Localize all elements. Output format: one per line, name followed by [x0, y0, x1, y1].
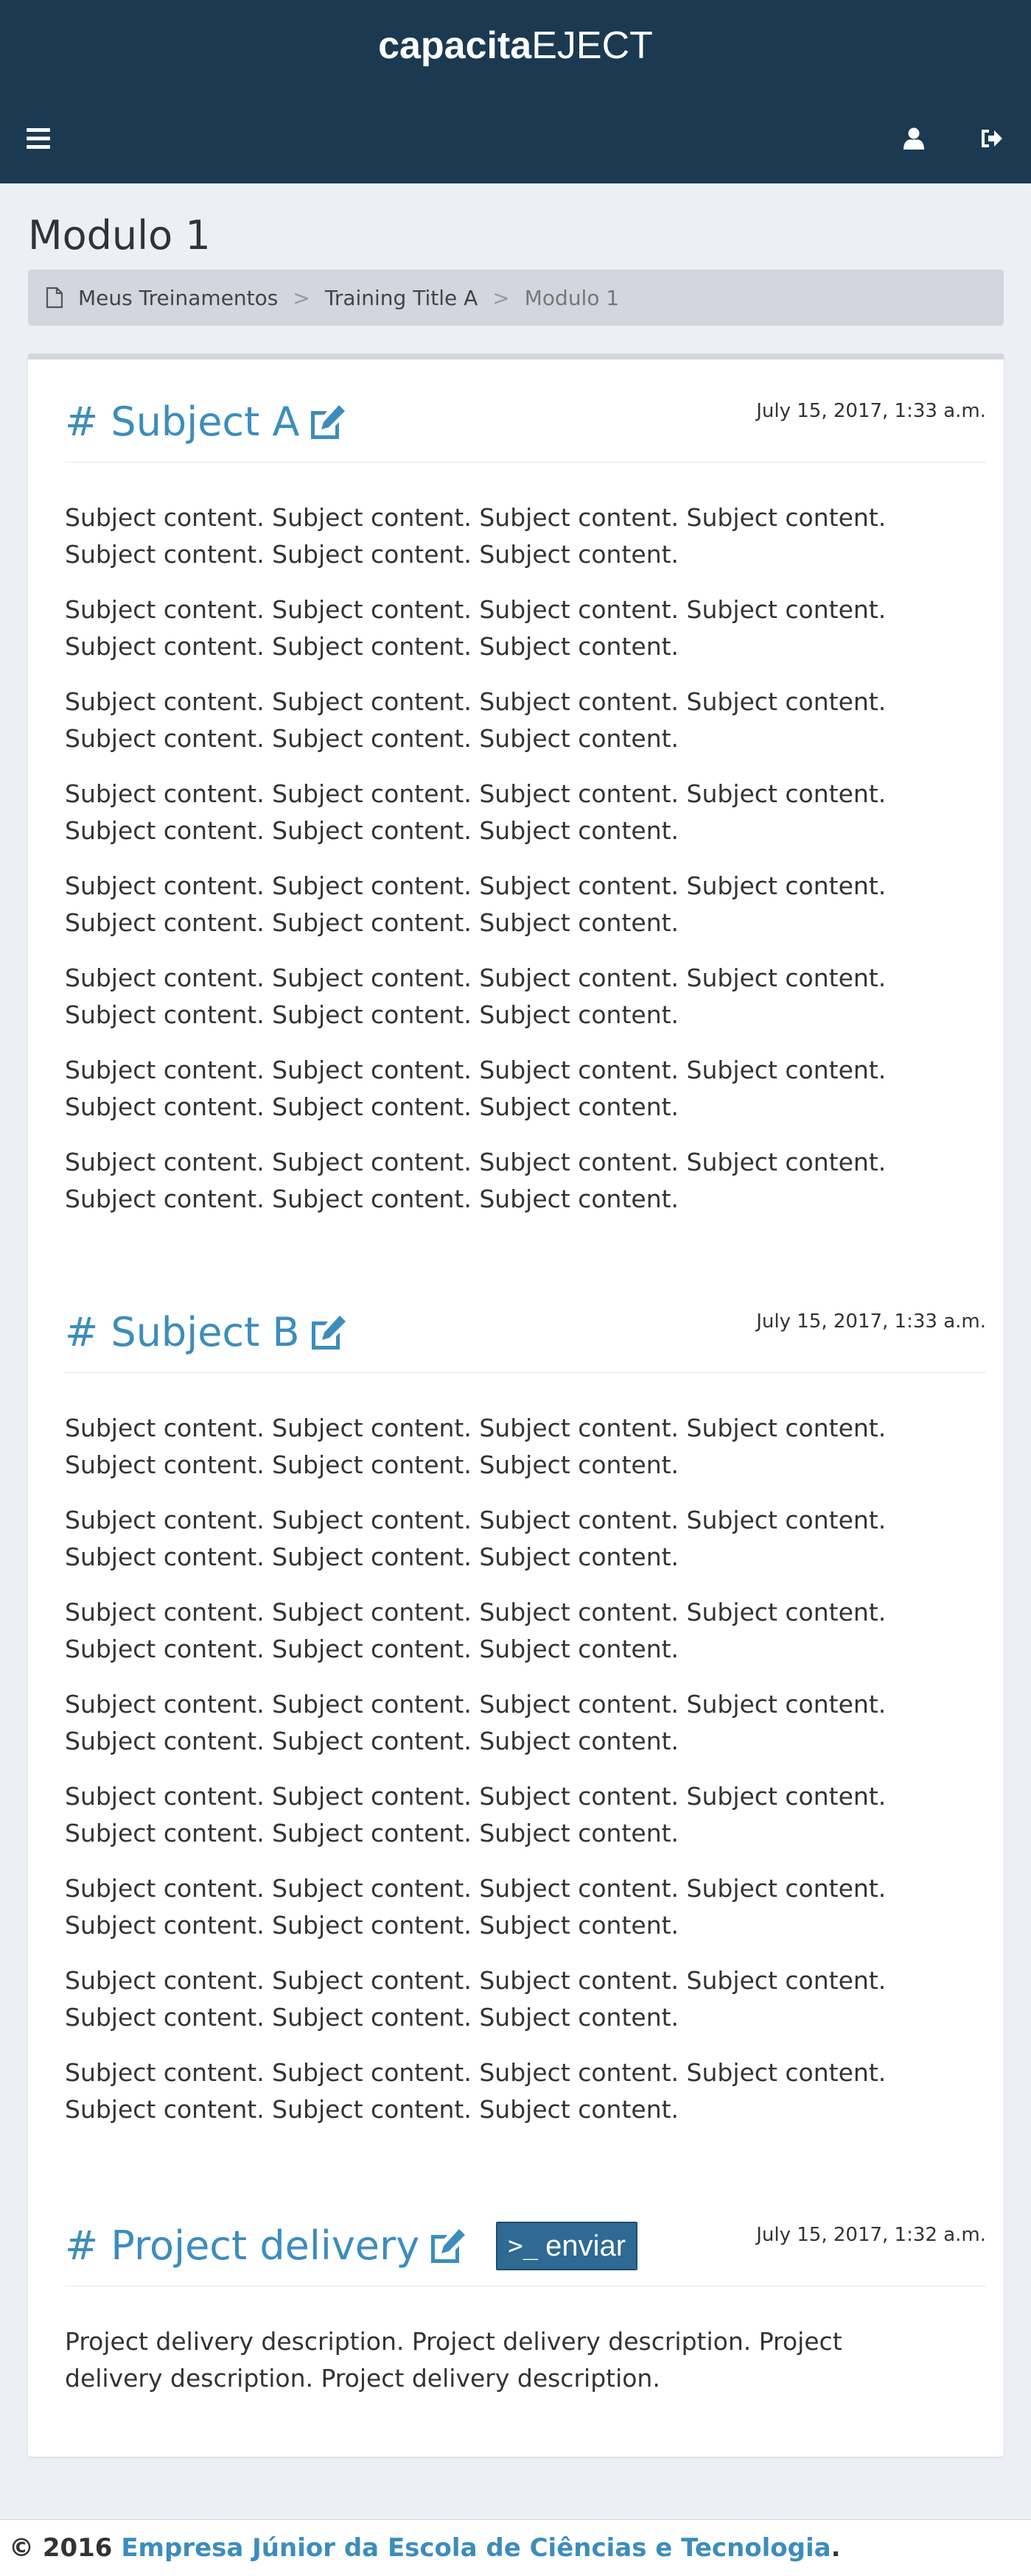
section-title-text: # Project delivery [65, 2222, 420, 2269]
breadcrumb-item-current: Modulo 1 [524, 285, 620, 310]
user-button[interactable] [892, 118, 936, 159]
section-title-text: # Subject B [65, 1309, 300, 1355]
subject-section: # Subject B July 15, 2017, 1:33 a.m. Sub… [65, 1270, 986, 2128]
brand-regular: EJECT [531, 24, 653, 67]
section-date: July 15, 2017, 1:32 a.m. [756, 2224, 986, 2246]
send-button-label: enviar [545, 2230, 626, 2262]
section-date: July 15, 2017, 1:33 a.m. [756, 1310, 986, 1333]
breadcrumb-item-meus-treinamentos[interactable]: Meus Treinamentos [78, 286, 278, 310]
section-header: # Subject B July 15, 2017, 1:33 a.m. [65, 1270, 986, 1373]
subject-paragraph: Subject content. Subject content. Subjec… [65, 1148, 887, 1213]
subject-paragraph: Subject content. Subject content. Subjec… [65, 1874, 887, 1940]
subject-paragraph: Subject content. Subject content. Subjec… [65, 687, 887, 753]
footer-suffix: . [831, 2533, 841, 2563]
subject-paragraph: Subject content. Subject content. Subjec… [65, 2058, 887, 2124]
section-header: # Subject A July 15, 2017, 1:33 a.m. [65, 359, 986, 463]
terminal-icon: >_ [508, 2231, 539, 2261]
file-icon [46, 287, 63, 309]
logout-button[interactable] [969, 118, 1013, 159]
edit-icon[interactable] [307, 404, 346, 441]
user-icon [904, 127, 924, 150]
subject-paragraph: Subject content. Subject content. Subjec… [65, 1598, 887, 1663]
subject-paragraph: Subject content. Subject content. Subjec… [65, 1690, 887, 1755]
breadcrumb-separator: > [492, 285, 510, 310]
breadcrumb: Meus Treinamentos > Training Title A > M… [28, 270, 1004, 326]
bars-icon [27, 128, 50, 149]
brand-bold: capacita [378, 24, 532, 67]
section-date: July 15, 2017, 1:33 a.m. [756, 400, 986, 422]
project-description: Project delivery description. Project de… [65, 2327, 842, 2393]
edit-icon[interactable] [427, 2228, 466, 2264]
section-title: # Subject A [65, 396, 346, 448]
page-title: Modulo 1 [28, 212, 211, 259]
subject-paragraph: Subject content. Subject content. Subjec… [65, 871, 887, 937]
subject-paragraph: Subject content. Subject content. Subjec… [65, 503, 887, 569]
top-header: capacitaEJECT [0, 0, 1031, 183]
section-title-text: # Subject A [65, 399, 300, 445]
subject-paragraph: Subject content. Subject content. Subjec… [65, 1414, 887, 1479]
subject-paragraph: Subject content. Subject content. Subjec… [65, 1782, 887, 1847]
send-button[interactable]: >_ enviar [496, 2222, 638, 2270]
menu-toggle-button[interactable] [16, 118, 60, 159]
content-box: # Subject A July 15, 2017, 1:33 a.m. Sub… [28, 354, 1004, 2457]
subject-paragraph: Subject content. Subject content. Subjec… [65, 779, 887, 845]
project-delivery-section: # Project delivery >_ enviar July 15, 20… [65, 2183, 986, 2397]
section-title: # Subject B [65, 1307, 347, 1358]
edit-icon[interactable] [307, 1314, 347, 1351]
sign-out-icon [982, 130, 1002, 147]
subject-paragraph: Subject content. Subject content. Subjec… [65, 1966, 887, 2032]
breadcrumb-item-training[interactable]: Training Title A [325, 286, 478, 310]
section-header: # Project delivery >_ enviar July 15, 20… [65, 2183, 986, 2287]
subject-paragraph: Subject content. Subject content. Subjec… [65, 595, 887, 661]
subject-paragraph: Subject content. Subject content. Subjec… [65, 964, 887, 1029]
footer-copyright: © 2016 [9, 2533, 113, 2563]
breadcrumb-separator: > [293, 285, 310, 310]
subject-paragraph: Subject content. Subject content. Subjec… [65, 1506, 887, 1571]
footer: © 2016 Empresa Júnior da Escola de Ciênc… [0, 2519, 1031, 2576]
subject-paragraph: Subject content. Subject content. Subjec… [65, 1056, 887, 1121]
brand-logo[interactable]: capacitaEJECT [0, 22, 1031, 69]
footer-link[interactable]: Empresa Júnior da Escola de Ciências e T… [121, 2533, 831, 2563]
subject-section: # Subject A July 15, 2017, 1:33 a.m. Sub… [65, 359, 986, 1218]
section-title: # Project delivery >_ enviar [65, 2220, 638, 2272]
